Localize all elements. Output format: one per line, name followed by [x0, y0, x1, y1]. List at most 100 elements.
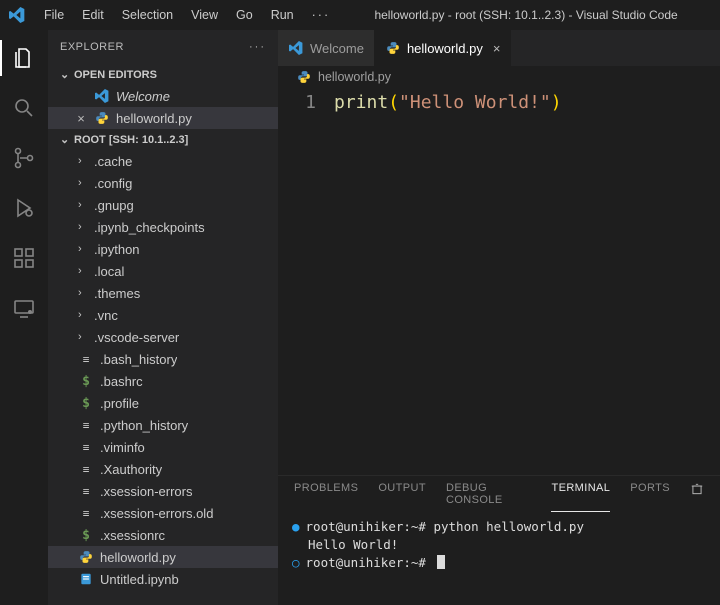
chevron-right-icon: ›	[78, 309, 88, 321]
close-icon[interactable]: ×	[493, 41, 501, 56]
file-tree-item[interactable]: $ .xsessionrc	[48, 524, 278, 546]
panel-tab-terminal[interactable]: TERMINAL	[551, 482, 610, 512]
file-tree-item[interactable]: $ .bashrc	[48, 370, 278, 392]
menu-selection[interactable]: Selection	[114, 4, 181, 26]
open-editor-item[interactable]: Welcome	[48, 85, 278, 107]
root-header[interactable]: ⌄ ROOT [SSH: 10.1..2.3]	[48, 129, 278, 150]
breadcrumb-label: helloworld.py	[318, 70, 391, 84]
activity-extensions-icon[interactable]	[0, 238, 48, 278]
file-tree-item[interactable]: › .vscode-server	[48, 326, 278, 348]
file-tree-label: .vscode-server	[94, 330, 179, 345]
chevron-right-icon: ›	[78, 331, 88, 343]
chevron-right-icon: ›	[78, 221, 88, 233]
activity-run-debug-icon[interactable]	[0, 188, 48, 228]
sidebar-more-icon[interactable]: ···	[249, 41, 266, 53]
file-tree-label: .xsession-errors	[100, 484, 192, 499]
file-tree-label: .config	[94, 176, 132, 191]
open-editors-header[interactable]: ⌄ OPEN EDITORS	[48, 64, 278, 85]
panel-tab-ports[interactable]: PORTS	[630, 482, 670, 512]
titlebar: File Edit Selection View Go Run ··· hell…	[0, 0, 720, 30]
terminal-line-1: ●root@unihiker:~# python helloworld.py	[292, 518, 706, 536]
terminal-line-3: ○root@unihiker:~#	[292, 554, 706, 572]
file-tree-item[interactable]: ≡ .bash_history	[48, 348, 278, 370]
file-tree-item[interactable]: › .config	[48, 172, 278, 194]
file-tree-item[interactable]: ≡.Xauthority	[48, 458, 278, 480]
editor-tabs: Welcome helloworld.py ×	[278, 30, 720, 66]
shell-file-icon: $	[78, 528, 94, 543]
terminal[interactable]: ●root@unihiker:~# python helloworld.py H…	[278, 512, 720, 605]
root-label: ROOT [SSH: 10.1..2.3]	[74, 134, 188, 146]
file-tree-label: helloworld.py	[100, 550, 176, 565]
file-tree-label: .bashrc	[100, 374, 143, 389]
open-editor-label: Welcome	[116, 89, 170, 104]
file-tree-label: .gnupg	[94, 198, 134, 213]
close-icon[interactable]: ×	[74, 111, 88, 126]
text-file-icon: ≡	[78, 485, 94, 498]
editor-area: Welcome helloworld.py × helloworld.py 1 pr…	[278, 30, 720, 605]
python-icon	[78, 550, 94, 564]
chevron-right-icon: ›	[78, 177, 88, 189]
file-tree-item[interactable]: › .cache	[48, 150, 278, 172]
editor-tab-label: helloworld.py	[407, 41, 483, 56]
file-tree-label: .profile	[100, 396, 139, 411]
shell-file-icon: $	[78, 374, 94, 389]
chevron-right-icon: ›	[78, 155, 88, 167]
file-tree-item[interactable]: ›.vnc	[48, 304, 278, 326]
activity-source-control-icon[interactable]	[0, 138, 48, 178]
terminal-line-2: Hello World!	[292, 536, 706, 554]
menu-go[interactable]: Go	[228, 4, 261, 26]
activity-remote-icon[interactable]	[0, 288, 48, 328]
panel-tab-problems[interactable]: PROBLEMS	[294, 482, 358, 512]
vscode-logo	[8, 6, 26, 24]
sidebar-explorer: EXPLORER ··· ⌄ OPEN EDITORS Welcome×hell…	[48, 30, 278, 605]
panel-clear-icon[interactable]	[690, 482, 704, 512]
panel-tab-output[interactable]: OUTPUT	[378, 482, 426, 512]
menu-view[interactable]: View	[183, 4, 226, 26]
editor-tab[interactable]: helloworld.py ×	[375, 30, 511, 66]
file-tree-item[interactable]: ≡ .xsession-errors	[48, 480, 278, 502]
python-icon	[385, 41, 401, 55]
menu-file[interactable]: File	[36, 4, 72, 26]
activity-explorer-icon[interactable]	[0, 38, 48, 78]
file-tree-item[interactable]: ≡.viminfo	[48, 436, 278, 458]
file-tree-item[interactable]: › .gnupg	[48, 194, 278, 216]
open-editors-label: OPEN EDITORS	[74, 69, 157, 81]
text-file-icon: ≡	[78, 353, 94, 366]
vscode-icon	[94, 89, 110, 103]
file-tree-item[interactable]: ≡.python_history	[48, 414, 278, 436]
file-tree: › .cache › .config › .gnupg ›.ipynb_checkpoint…	[48, 150, 278, 605]
chevron-right-icon: ›	[78, 199, 88, 211]
activity-search-icon[interactable]	[0, 88, 48, 128]
file-tree-item[interactable]: ›.themes	[48, 282, 278, 304]
menu-edit[interactable]: Edit	[74, 4, 112, 26]
file-tree-label: .bash_history	[100, 352, 177, 367]
file-tree-item[interactable]: $.profile	[48, 392, 278, 414]
file-tree-label: Untitled.ipynb	[100, 572, 179, 587]
editor-tab[interactable]: Welcome	[278, 30, 375, 66]
chevron-right-icon: ›	[78, 287, 88, 299]
open-editor-item[interactable]: ×helloworld.py	[48, 107, 278, 129]
panel-tabs: PROBLEMS OUTPUT DEBUG CONSOLE TERMINAL PORTS	[278, 476, 720, 512]
file-tree-label: .xsession-errors.old	[100, 506, 213, 521]
python-icon	[296, 70, 312, 84]
file-tree-label: .ipython	[94, 242, 140, 257]
menu-more-icon[interactable]: ···	[304, 4, 339, 26]
panel: PROBLEMS OUTPUT DEBUG CONSOLE TERMINAL PORTS…	[278, 475, 720, 605]
file-tree-item[interactable]: helloworld.py	[48, 546, 278, 568]
file-tree-label: .cache	[94, 154, 132, 169]
terminal-cursor	[437, 555, 445, 569]
panel-tab-debug-console[interactable]: DEBUG CONSOLE	[446, 482, 532, 512]
file-tree-item[interactable]: ›.ipynb_checkpoints	[48, 216, 278, 238]
file-tree-item[interactable]: ›.ipython	[48, 238, 278, 260]
file-tree-label: .xsessionrc	[100, 528, 165, 543]
breadcrumb[interactable]: helloworld.py	[278, 66, 720, 88]
chevron-right-icon: ›	[78, 265, 88, 277]
file-tree-item[interactable]: ≡.xsession-errors.old	[48, 502, 278, 524]
editor-content[interactable]: 1 print("Hello World!")	[278, 88, 720, 475]
open-editors-list: Welcome ×helloworld.py	[48, 85, 278, 129]
menu-run[interactable]: Run	[263, 4, 302, 26]
sidebar-title-row: EXPLORER ···	[48, 30, 278, 64]
file-tree-item[interactable]: ›.local	[48, 260, 278, 282]
vscode-icon	[288, 41, 304, 55]
file-tree-item[interactable]: Untitled.ipynb	[48, 568, 278, 590]
